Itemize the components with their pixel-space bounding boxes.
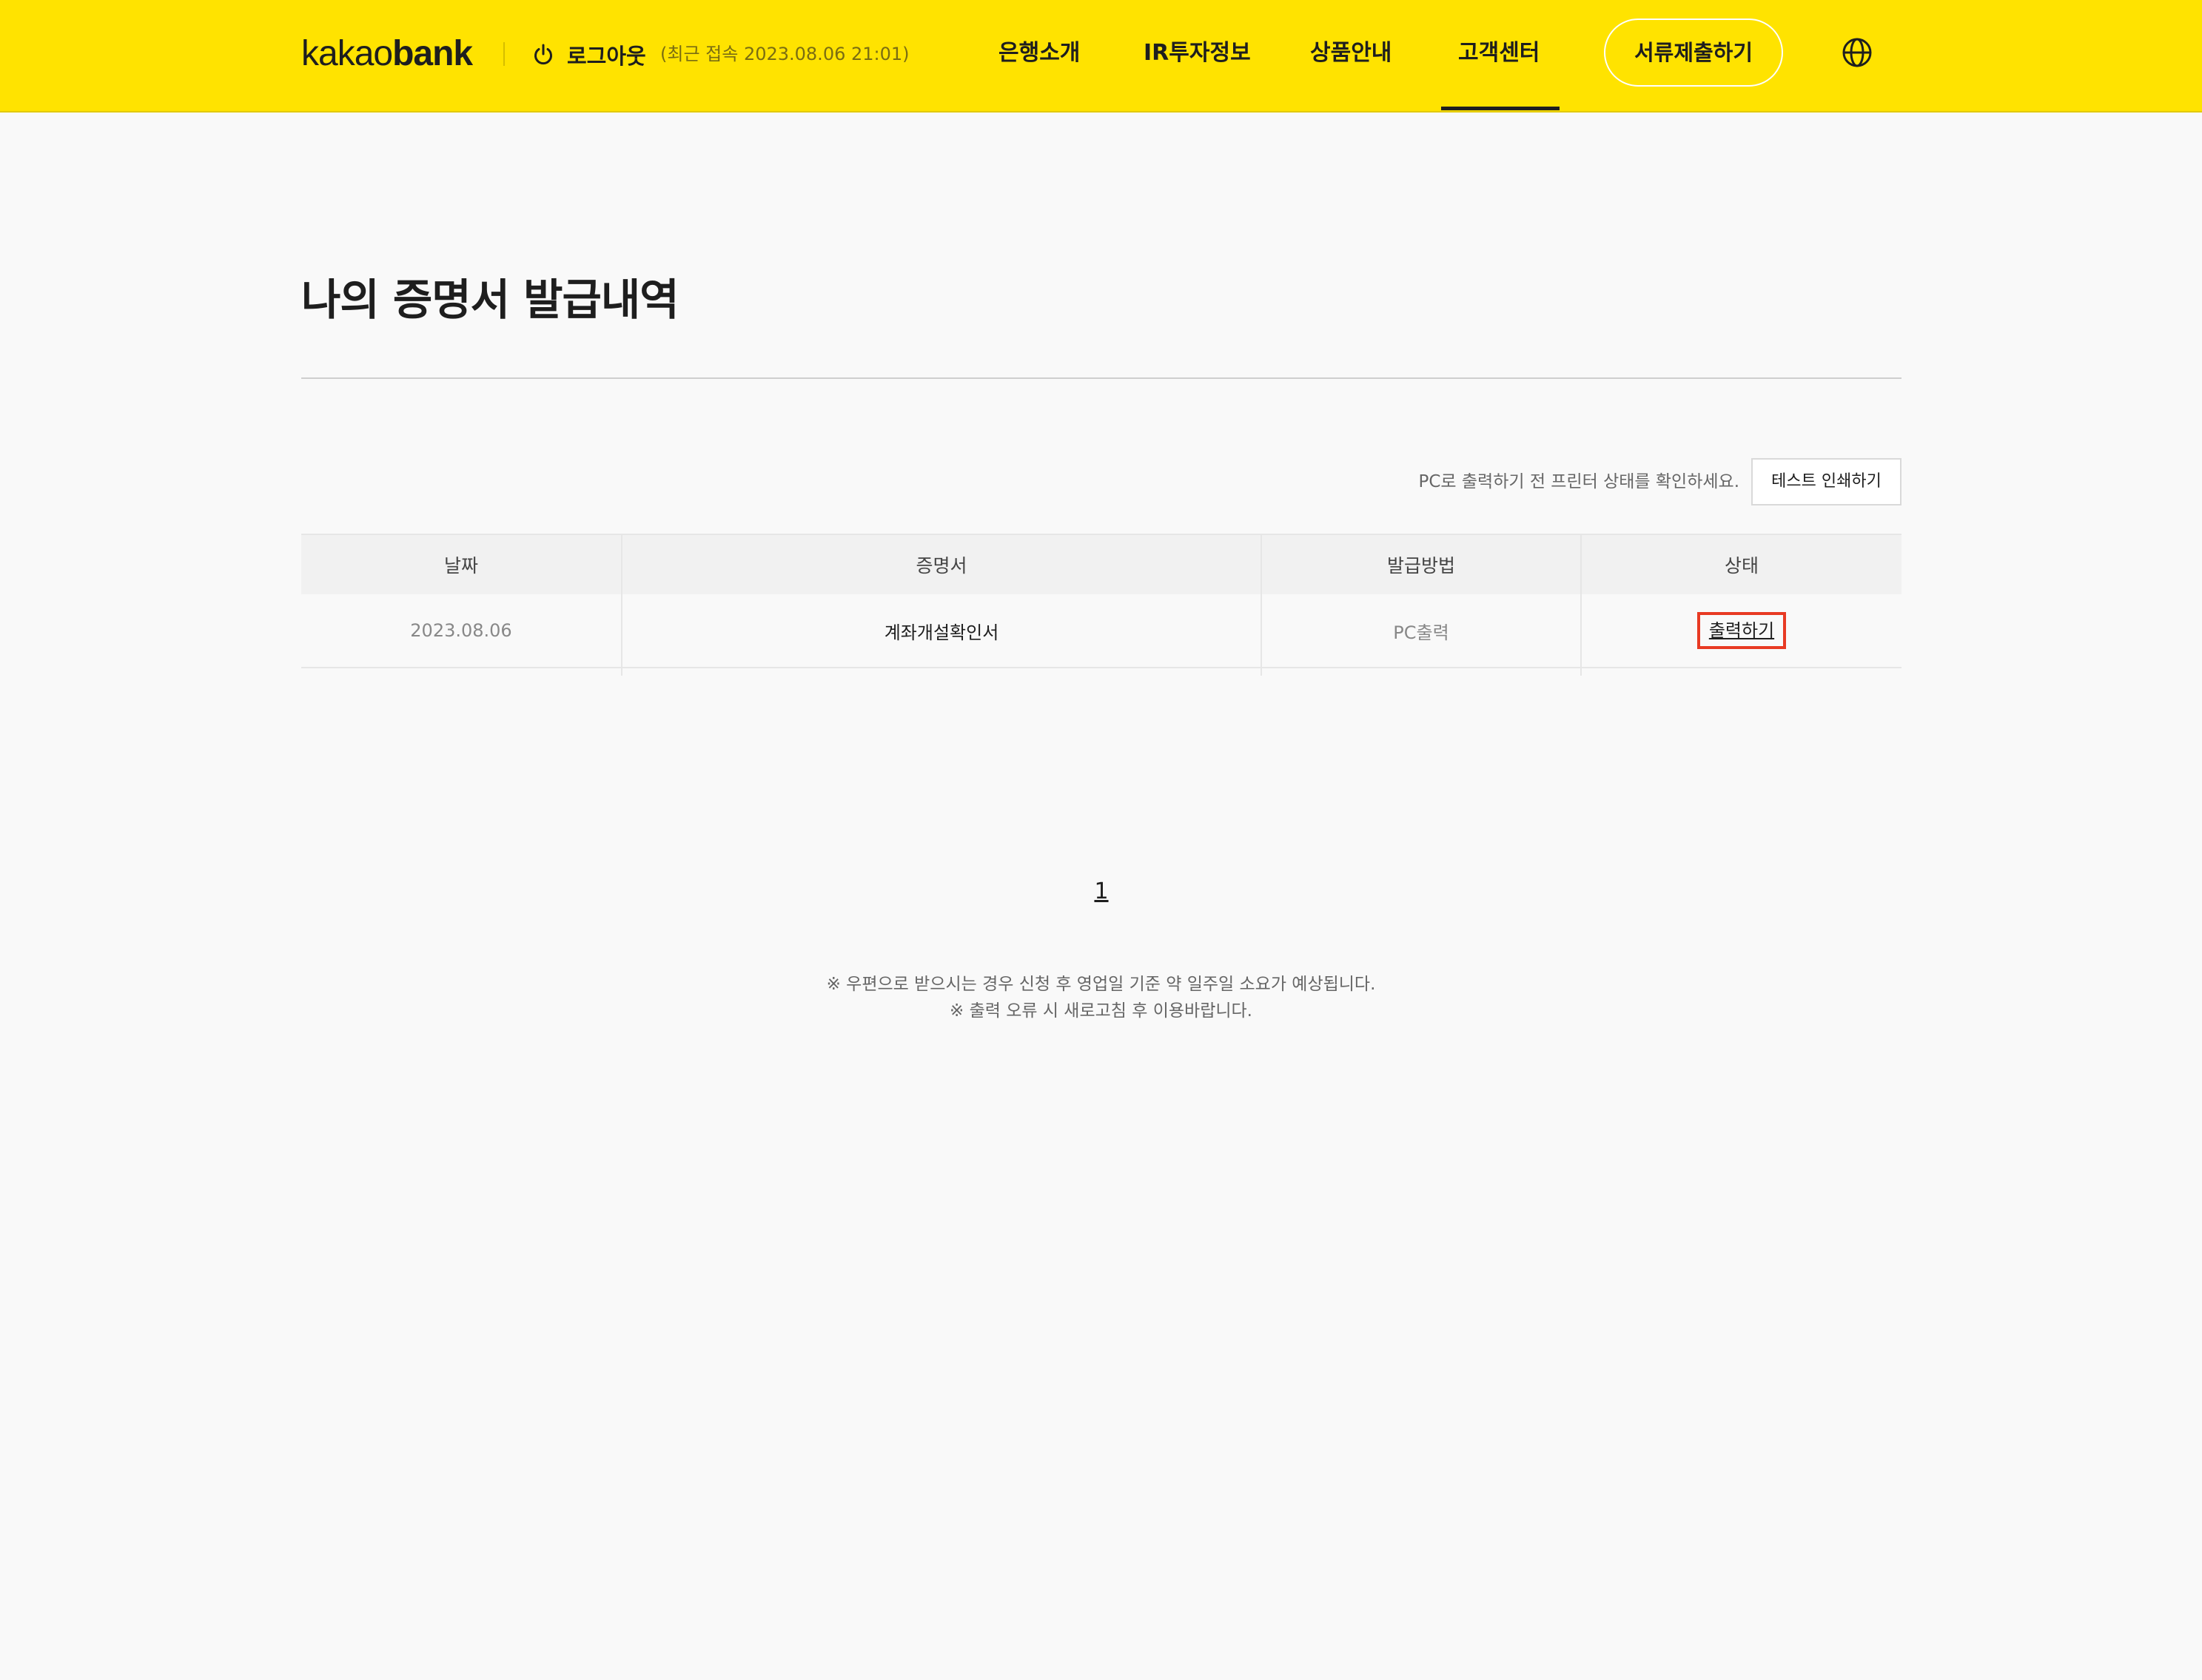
row-status: 출력하기: [1580, 594, 1901, 667]
logout-label: 로그아웃: [567, 44, 646, 69]
top-header: kakaobank 로그아웃 (최근 접속 2023.08.06 21:01) …: [0, 0, 2202, 112]
row-certificate: 계좌개설확인서: [621, 594, 1261, 667]
column-divider: [1261, 668, 1262, 676]
table-header-row: 날짜 증명서 발급방법 상태: [301, 534, 1901, 594]
logo-text-regular: kakao: [301, 34, 393, 73]
printer-check-note: PC로 출력하기 전 프린터 상태를 확인하세요.: [1418, 472, 1739, 491]
column-header-status: 상태: [1580, 535, 1901, 594]
nav-item-customer-center[interactable]: 고객센터: [1458, 37, 1540, 70]
globe-icon[interactable]: [1841, 36, 1873, 69]
title-divider: [301, 377, 1901, 379]
logout-button[interactable]: 로그아웃: [531, 38, 646, 71]
print-link[interactable]: 출력하기: [1696, 612, 1787, 649]
header-divider: [503, 42, 505, 66]
page-title: 나의 증명서 발급내역: [301, 275, 679, 325]
column-header-certificate: 증명서: [621, 535, 1261, 594]
nav-item-products[interactable]: 상품안내: [1310, 37, 1392, 70]
test-print-button[interactable]: 테스트 인쇄하기: [1751, 458, 1901, 505]
row-method: PC출력: [1261, 594, 1580, 667]
footnote-postal: ※ 우편으로 받으시는 경우 신청 후 영업일 기준 약 일주일 소요가 예상됩…: [826, 975, 1376, 994]
kakaobank-logo[interactable]: kakaobank: [301, 28, 473, 80]
column-header-date: 날짜: [443, 555, 478, 577]
active-nav-indicator: [1441, 107, 1560, 110]
pagination-page-1[interactable]: 1: [1088, 873, 1115, 910]
column-divider: [1580, 668, 1582, 676]
table-row: 2023.08.06 계좌개설확인서 PC출력 출력하기: [301, 594, 1901, 676]
nav-item-ir[interactable]: IR투자정보: [1144, 37, 1251, 70]
column-header-method: 발급방법: [1261, 535, 1580, 594]
logo-text-bold: bank: [392, 34, 473, 73]
certificate-history-table: 날짜 증명서 발급방법 상태 2023.08.06 계좌개설확인서 PC출력 출…: [301, 534, 1901, 676]
footnote-refresh: ※ 출력 오류 시 새로고침 후 이용바랍니다.: [949, 1001, 1252, 1021]
nav-item-bank-intro[interactable]: 은행소개: [998, 37, 1080, 70]
power-icon: [534, 44, 552, 65]
last-access-time: (최근 접속 2023.08.06 21:01): [660, 44, 910, 64]
submit-documents-button[interactable]: 서류제출하기: [1604, 19, 1783, 87]
row-date: 2023.08.06: [410, 620, 512, 641]
column-divider: [621, 668, 622, 676]
